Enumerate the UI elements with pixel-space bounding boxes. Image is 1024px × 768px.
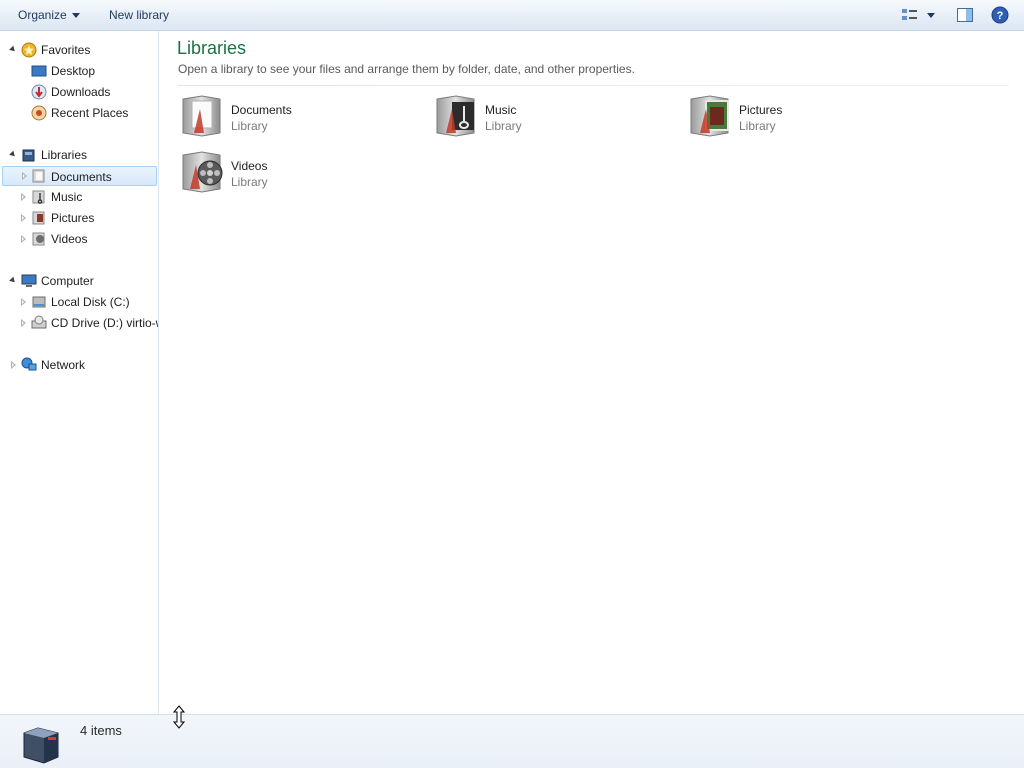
nav-item-local-disk[interactable]: Local Disk (C:) bbox=[51, 292, 130, 312]
pictures-library-icon bbox=[690, 95, 729, 137]
nav-item-label: Pictures bbox=[51, 211, 95, 225]
expand-arrow-icon[interactable] bbox=[21, 319, 26, 327]
nav-item-label: Documents bbox=[51, 170, 112, 184]
organize-button[interactable]: Organize bbox=[12, 0, 86, 30]
expand-arrow-icon[interactable] bbox=[21, 298, 26, 306]
page-description: Open a library to see your files and arr… bbox=[178, 62, 635, 76]
nav-item-pictures[interactable]: Pictures bbox=[51, 208, 94, 228]
svg-text:?: ? bbox=[997, 10, 1004, 22]
documents-library-icon bbox=[32, 169, 45, 183]
libraries-icon bbox=[23, 727, 59, 764]
nav-item-downloads[interactable]: Downloads bbox=[51, 82, 110, 102]
recent-places-icon bbox=[31, 105, 47, 121]
chevron-down-icon bbox=[71, 13, 80, 19]
nav-item-documents[interactable]: Documents bbox=[2, 166, 157, 186]
videos-library-icon bbox=[32, 232, 45, 246]
library-name: Videos bbox=[231, 159, 268, 173]
desktop-icon bbox=[31, 65, 47, 77]
libraries-icon bbox=[22, 149, 35, 162]
nav-network[interactable]: Network bbox=[41, 355, 85, 375]
nav-item-label: Videos bbox=[51, 232, 88, 246]
resize-cursor-icon bbox=[173, 705, 185, 729]
expand-arrow-icon[interactable] bbox=[21, 193, 26, 201]
preview-pane-icon[interactable] bbox=[956, 6, 974, 24]
details-pane: 4 items bbox=[0, 714, 1024, 768]
library-type: Library bbox=[231, 175, 268, 189]
content-pane: Libraries Open a library to see your fil… bbox=[160, 31, 1024, 714]
expand-arrow-icon[interactable] bbox=[22, 172, 27, 180]
pictures-library-icon bbox=[32, 211, 45, 225]
nav-libraries[interactable]: Libraries bbox=[41, 145, 87, 165]
library-tile-videos[interactable]: Videos Library bbox=[180, 149, 420, 201]
nav-item-videos[interactable]: Videos bbox=[51, 229, 87, 249]
new-library-button[interactable]: New library bbox=[103, 0, 175, 30]
command-bar: Organize New library ? bbox=[0, 0, 1024, 31]
expand-arrow-icon[interactable] bbox=[9, 150, 17, 159]
page-title: Libraries bbox=[177, 38, 247, 58]
network-icon bbox=[21, 357, 37, 371]
library-name: Pictures bbox=[739, 103, 783, 117]
nav-item-cd-drive[interactable]: CD Drive (D:) virtio-w bbox=[51, 313, 159, 333]
nav-item-label: CD Drive (D:) virtio-w bbox=[51, 316, 159, 330]
library-name: Music bbox=[485, 103, 517, 117]
computer-icon bbox=[21, 274, 37, 287]
library-name: Documents bbox=[231, 103, 292, 117]
organize-label: Organize bbox=[18, 8, 67, 22]
nav-item-music[interactable]: Music bbox=[51, 187, 82, 207]
nav-libraries-label: Libraries bbox=[41, 148, 88, 162]
expand-arrow-icon[interactable] bbox=[21, 235, 26, 243]
nav-item-label: Downloads bbox=[51, 85, 111, 99]
nav-favorites[interactable]: Favorites bbox=[41, 40, 90, 60]
cd-drive-icon bbox=[31, 315, 47, 329]
library-type: Library bbox=[739, 119, 776, 133]
library-tile-music[interactable]: Music Library bbox=[434, 93, 674, 145]
expand-arrow-icon[interactable] bbox=[21, 214, 26, 222]
nav-item-label: Local Disk (C:) bbox=[51, 295, 130, 309]
expand-arrow-icon[interactable] bbox=[11, 361, 16, 369]
expand-arrow-icon[interactable] bbox=[9, 276, 17, 285]
nav-favorites-label: Favorites bbox=[41, 43, 91, 57]
videos-library-icon bbox=[182, 151, 223, 193]
library-type: Library bbox=[231, 119, 268, 133]
nav-item-label: Recent Places bbox=[51, 106, 129, 120]
view-dropdown-chevron-down-icon[interactable] bbox=[926, 6, 936, 24]
nav-item-desktop[interactable]: Desktop bbox=[51, 61, 95, 81]
nav-network-label: Network bbox=[41, 358, 86, 372]
downloads-icon bbox=[31, 84, 47, 100]
new-library-label: New library bbox=[109, 8, 170, 22]
music-library-icon bbox=[32, 190, 45, 204]
local-disk-icon bbox=[32, 296, 46, 308]
music-library-icon bbox=[436, 95, 475, 137]
item-count: 4 items bbox=[80, 723, 122, 738]
navigation-pane: Favorites Desktop Downloads Recent Place… bbox=[0, 31, 159, 714]
nav-computer[interactable]: Computer bbox=[41, 271, 94, 291]
favorites-star-icon bbox=[21, 42, 37, 58]
nav-item-label: Music bbox=[51, 190, 83, 204]
documents-library-icon bbox=[182, 95, 221, 137]
view-options-icon[interactable] bbox=[900, 6, 920, 24]
library-tile-documents[interactable]: Documents Library bbox=[180, 93, 420, 145]
nav-computer-label: Computer bbox=[41, 274, 94, 288]
nav-item-recent-places[interactable]: Recent Places bbox=[51, 103, 128, 123]
expand-arrow-icon[interactable] bbox=[9, 45, 17, 54]
library-type: Library bbox=[485, 119, 522, 133]
nav-item-label: Desktop bbox=[51, 64, 96, 78]
help-icon[interactable]: ? bbox=[991, 6, 1009, 24]
library-tile-pictures[interactable]: Pictures Library bbox=[688, 93, 928, 145]
divider bbox=[177, 85, 1009, 86]
